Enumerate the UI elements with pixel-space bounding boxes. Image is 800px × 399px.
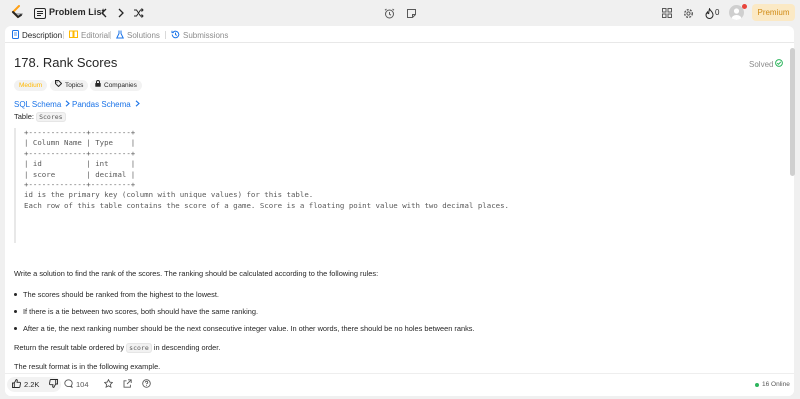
tab-divider	[63, 31, 64, 39]
note-icon[interactable]	[404, 6, 418, 20]
document-icon	[12, 30, 19, 41]
list-icon[interactable]	[33, 6, 47, 20]
premium-button[interactable]: Premium	[752, 4, 795, 21]
schema-line: | id | int |	[24, 159, 136, 169]
schema-line: +-------------+---------+	[24, 128, 136, 137]
topics-button[interactable]: Topics	[50, 80, 89, 91]
schema-line: Each row of this table contains the scor…	[24, 200, 509, 210]
table-label: Table: Scores	[14, 112, 66, 122]
schema-line: +-------------+---------+	[24, 179, 136, 189]
dislike-button[interactable]	[44, 377, 63, 392]
tab-description[interactable]: Description	[12, 30, 62, 41]
pandas-schema-label: Pandas Schema	[72, 100, 131, 109]
lock-icon	[95, 80, 101, 91]
tab-bar: Description Editorial Solutions Submissi…	[5, 26, 794, 43]
star-icon	[103, 378, 114, 390]
online-indicator: 16 Online	[755, 381, 790, 388]
help-button[interactable]	[142, 379, 151, 390]
format-paragraph: The result format is in the following ex…	[14, 362, 161, 371]
list-item: If there is a tie between two scores, bo…	[14, 307, 258, 316]
online-dot	[755, 382, 759, 387]
comments-button[interactable]: 104	[64, 379, 89, 390]
bottom-action-bar: 2.2K 104 16 Online	[5, 373, 794, 396]
solved-label: Solved	[749, 59, 774, 69]
online-count: 16 Online	[762, 381, 790, 388]
schema-line: id is the primary key (column with uniqu…	[24, 190, 314, 200]
schema-line: | score | decimal |	[24, 169, 136, 179]
tab-divider	[165, 31, 166, 39]
vote-group: 2.2K	[7, 377, 61, 392]
chevron-right-icon	[65, 100, 71, 109]
tab-divider	[110, 31, 111, 39]
rule-text: After a tie, the next ranking number sho…	[23, 324, 475, 333]
history-icon	[171, 30, 180, 41]
scrollbar[interactable]	[790, 48, 795, 176]
page-title: 178. Rank Scores	[14, 55, 118, 70]
schema-line: | Column Name | Type |	[24, 138, 136, 148]
share-icon	[123, 379, 132, 390]
tag-icon	[55, 80, 63, 91]
companies-button[interactable]: Companies	[90, 80, 142, 91]
thumbs-down-icon	[49, 379, 59, 390]
table-prefix: Table:	[14, 112, 35, 121]
bullet-dot	[14, 327, 17, 330]
tab-editorial-label: Editorial	[81, 30, 110, 40]
alarm-clock-icon[interactable]	[382, 6, 396, 20]
rule-text: If there is a tie between two scores, bo…	[23, 307, 258, 316]
bullet-dot	[14, 293, 17, 296]
comment-icon	[64, 379, 73, 390]
list-item: The scores should be ranked from the hig…	[14, 290, 219, 299]
rule-text: The scores should be ranked from the hig…	[23, 290, 219, 299]
difficulty-badge: Medium	[14, 80, 48, 91]
description-panel: Description Editorial Solutions Submissi…	[5, 26, 794, 396]
tab-solutions[interactable]: Solutions	[115, 30, 160, 41]
topics-label: Topics	[65, 82, 84, 89]
gear-icon[interactable]	[681, 6, 695, 20]
like-count: 2.2K	[24, 380, 40, 389]
notification-dot	[742, 4, 747, 9]
pandas-schema-link[interactable]: Pandas Schema	[72, 100, 140, 109]
favorite-button[interactable]	[103, 378, 114, 390]
return-text-before: Return the result table ordered by	[14, 343, 125, 352]
question-circle-icon	[142, 379, 151, 390]
leetcode-logo-icon[interactable]	[10, 5, 24, 21]
schema-line: +-------------+---------+	[24, 148, 136, 158]
score-code: score	[126, 343, 152, 353]
tab-submissions[interactable]: Submissions	[171, 30, 228, 41]
book-icon	[69, 30, 78, 40]
layout-grid-icon[interactable]	[660, 6, 674, 20]
table-name-code: Scores	[36, 112, 66, 122]
tab-description-label: Description	[22, 31, 63, 40]
shuffle-icon[interactable]	[131, 6, 145, 20]
solved-status: Solved	[749, 59, 784, 69]
top-nav-bar: Problem List 0 Premium	[0, 0, 800, 26]
bullet-dot	[14, 310, 17, 313]
sql-schema-label: SQL Schema	[14, 100, 62, 109]
return-text-after: in descending order.	[153, 343, 221, 352]
comment-count: 104	[76, 380, 89, 389]
tab-editorial[interactable]: Editorial	[69, 30, 110, 40]
chevron-right-icon[interactable]	[114, 6, 128, 20]
schema-code-block: +-------------+---------+ | Column Name …	[14, 128, 784, 243]
streak-count: 0	[715, 8, 720, 17]
check-circle-icon	[775, 59, 784, 69]
intro-paragraph: Write a solution to find the rank of the…	[14, 269, 379, 278]
fire-icon[interactable]	[702, 6, 716, 20]
thumbs-up-icon	[12, 379, 21, 390]
companies-label: Companies	[104, 82, 137, 89]
flask-icon	[115, 30, 125, 41]
sql-schema-link[interactable]: SQL Schema	[14, 100, 71, 109]
tab-solutions-label: Solutions	[127, 31, 160, 40]
return-paragraph: Return the result table ordered by score…	[14, 343, 221, 353]
chevron-left-icon[interactable]	[97, 6, 111, 20]
list-item: After a tie, the next ranking number sho…	[14, 324, 475, 333]
chevron-right-icon	[135, 100, 140, 109]
tab-submissions-label: Submissions	[183, 31, 229, 40]
like-button[interactable]: 2.2K	[7, 377, 44, 392]
share-button[interactable]	[123, 379, 132, 390]
